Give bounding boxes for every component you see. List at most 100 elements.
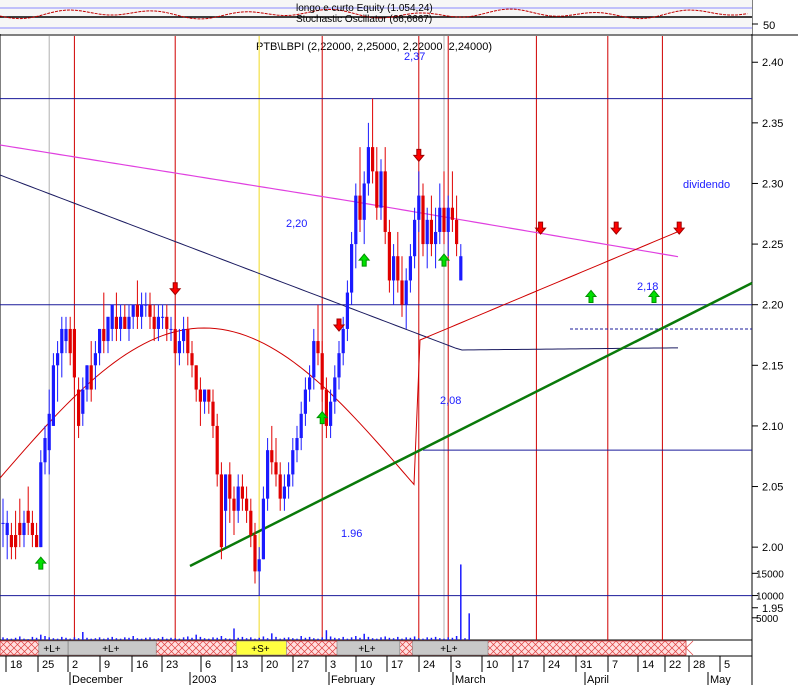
day-tick-label: 24	[423, 659, 435, 671]
price-tick-label: 2.15	[762, 360, 783, 372]
candle-body	[89, 365, 93, 390]
candle-body	[1, 522, 5, 524]
price-tick-label: 2.35	[762, 118, 783, 130]
candle-body	[429, 219, 433, 245]
candle-body	[249, 510, 253, 536]
chart: longo e curto Equity (1.054,24) Stochasti…	[0, 0, 798, 686]
candle-body	[291, 450, 295, 475]
candle-body	[383, 171, 387, 232]
day-tick-label: 16	[136, 659, 148, 671]
candle-body	[354, 195, 358, 245]
candle-body	[270, 450, 274, 463]
day-tick-label: 3	[330, 659, 336, 671]
day-tick-label: 20	[266, 659, 278, 671]
day-tick-label: 18	[10, 659, 22, 671]
signal-band-label: +L+	[440, 644, 457, 655]
candle-body	[219, 474, 223, 548]
candle-body	[81, 389, 85, 414]
candle-body	[282, 486, 286, 499]
candle-body	[102, 328, 106, 342]
candle-body	[60, 328, 64, 354]
candle-body	[245, 498, 249, 511]
candle-body	[26, 510, 30, 523]
candle-body	[182, 328, 186, 342]
candle-body	[173, 328, 177, 354]
day-tick-label: 27	[297, 659, 309, 671]
day-tick-label: 6	[205, 659, 211, 671]
candle-body	[442, 207, 446, 232]
month-label: February	[331, 674, 376, 685]
candle-body	[152, 316, 156, 329]
candle-body	[337, 353, 341, 378]
candle-body	[413, 219, 417, 257]
candle-body	[236, 486, 240, 511]
candle-body	[379, 171, 383, 208]
candle-body	[324, 389, 328, 426]
day-tick-label: 22	[669, 659, 681, 671]
candle-body	[190, 353, 194, 366]
candle-body	[207, 389, 211, 402]
candle-body	[77, 389, 81, 426]
candle-body	[144, 304, 148, 306]
day-tick-label: 28	[693, 659, 705, 671]
candle-body	[375, 171, 379, 208]
candle-body	[123, 316, 127, 329]
candle-body	[131, 304, 135, 317]
day-tick-label: 25	[42, 659, 54, 671]
candle-body	[135, 304, 139, 317]
candle-body	[68, 328, 72, 354]
volume-tick-label: 15000	[756, 569, 784, 580]
candle-body	[446, 207, 450, 232]
day-tick-label: 5	[724, 659, 730, 671]
candle-body	[148, 304, 152, 317]
candle-body	[274, 462, 278, 475]
candle-body	[266, 450, 270, 499]
day-tick-label: 13	[236, 659, 248, 671]
candle-body	[387, 231, 391, 281]
signal-band-label: +L+	[102, 644, 119, 655]
candle-body	[39, 462, 43, 548]
candle-body	[93, 353, 97, 366]
candle-body	[417, 195, 421, 220]
month-label: May	[710, 674, 731, 685]
volume-tick-label: 10000	[756, 592, 784, 603]
candle-body	[287, 474, 291, 487]
candle-body	[295, 438, 299, 451]
candle-body	[396, 256, 400, 281]
signal-band-label: +L+	[43, 644, 60, 655]
candle-body	[186, 328, 190, 354]
candle-body	[198, 389, 202, 402]
candle-body	[224, 474, 228, 511]
candle-body	[421, 195, 425, 245]
candle-body	[455, 219, 459, 245]
candle-body	[308, 377, 312, 390]
candle-body	[203, 389, 207, 402]
annotation-breakout: 2,08	[440, 395, 461, 407]
candle-body	[312, 341, 316, 378]
candle-body	[30, 522, 34, 536]
day-tick-label: 23	[166, 659, 178, 671]
indicator-label-equity: longo e curto Equity (1.054,24)	[296, 3, 433, 14]
candle-body	[177, 341, 181, 354]
signal-band-label: +S+	[251, 644, 270, 655]
price-tick-label: 2.05	[762, 482, 783, 494]
candle-body	[72, 328, 76, 378]
price-tick-label: 2.00	[762, 542, 783, 554]
day-tick-label: 14	[642, 659, 654, 671]
candle-body	[64, 328, 68, 342]
day-tick-label: 7	[612, 659, 618, 671]
candle-body	[156, 316, 160, 329]
chart-canvas: longo e curto Equity (1.054,24)Stochasti…	[0, 0, 798, 686]
candle-body	[450, 207, 454, 220]
candle-body	[165, 316, 169, 329]
candle-body	[215, 425, 219, 475]
candle-body	[14, 535, 18, 548]
price-tick-label: 2.25	[762, 239, 783, 251]
candle-body	[299, 413, 303, 439]
signal-band-label: +L+	[358, 644, 375, 655]
candle-body	[459, 256, 463, 281]
instrument-label: PTB\LBPI (2,22000, 2,25000, 2,22000, 2,2…	[256, 41, 492, 53]
candle-body	[278, 474, 282, 499]
day-tick-label: 10	[360, 659, 372, 671]
candle-body	[169, 328, 173, 330]
